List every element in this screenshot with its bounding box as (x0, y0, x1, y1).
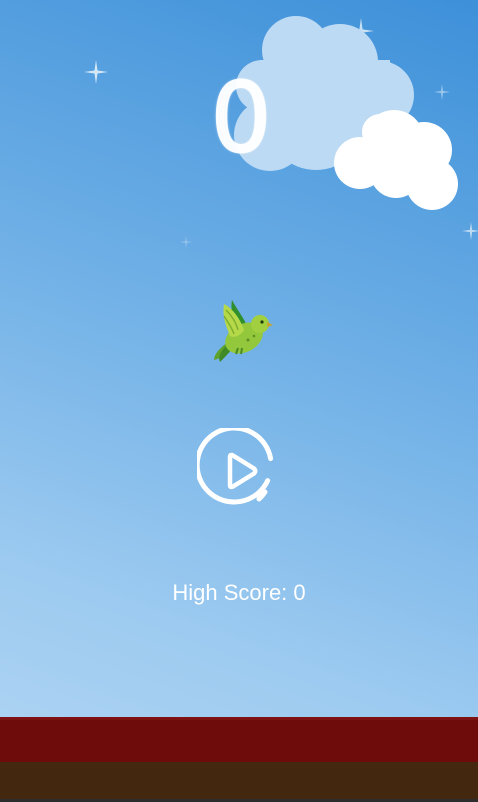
green-bird-icon (210, 296, 274, 366)
ground-top-layer (0, 717, 478, 762)
high-score-label: High Score: 0 (172, 580, 306, 605)
score-counter: 0 (209, 62, 272, 174)
play-icon (194, 425, 274, 505)
game-screen[interactable]: 0 High Score: 0 (0, 0, 478, 802)
play-button[interactable] (194, 425, 283, 514)
ground-soil-layer (0, 762, 478, 799)
